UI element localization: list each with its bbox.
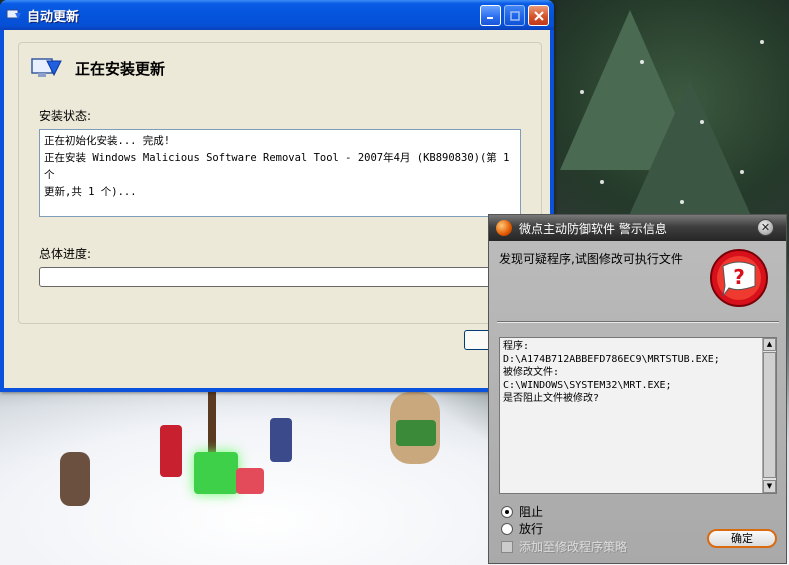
install-status-label: 安装状态: [39,109,92,123]
block-radio[interactable] [501,505,513,518]
svg-text:?: ? [733,265,745,289]
minimize-button[interactable] [480,5,501,26]
popup-title-bar[interactable]: 微点主动防御软件 警示信息 ✕ [489,215,786,241]
close-icon [533,10,544,21]
snowflake [760,40,764,44]
popup-divider [497,321,779,323]
allow-radio[interactable] [501,522,513,535]
antivirus-logo-icon [496,220,512,236]
wallpaper-character-scarf [396,420,436,446]
page-title: 正在安装更新 [75,59,166,78]
minimize-icon [487,17,493,19]
question-warning-icon: ? [710,249,768,307]
snowflake [580,90,584,94]
window-title-bar[interactable]: 自动更新 [0,0,554,30]
windows-update-icon [6,9,21,19]
scroll-thumb[interactable] [763,352,776,478]
popup-title: 微点主动防御软件 警示信息 [519,221,667,236]
popup-close-button[interactable]: ✕ [757,219,774,236]
snowflake [600,180,604,184]
option-block[interactable]: 阻止 [501,503,543,520]
wallpaper-tree-trunk [208,392,216,452]
overall-progress-label: 总体进度: [39,247,92,261]
wallpaper-gift [236,468,264,494]
close-button[interactable] [528,5,549,26]
option-add-rule: 添加至修改程序策略 [501,538,627,555]
allow-label: 放行 [519,522,544,536]
alert-details-box[interactable]: 程序: D:\A174B712ABBEFD786EC9\MRTSTUB.EXE;… [499,337,777,494]
security-alert-popup: 微点主动防御软件 警示信息 ✕ 发现可疑程序,试图修改可执行文件 ? 程序: D… [488,214,787,564]
install-status-log[interactable]: 正在初始化安装... 完成! 正在安装 Windows Malicious So… [39,129,521,217]
add-rule-checkbox [501,540,513,553]
heading-row: 正在安装更新 [29,51,165,85]
wallpaper-stocking [270,418,292,462]
alert-details-text: 程序: D:\A174B712ABBEFD786EC9\MRTSTUB.EXE;… [503,341,720,404]
wallpaper-dog [60,452,90,506]
snowflake [680,200,684,204]
details-scrollbar[interactable]: ▲ ▼ [762,338,776,493]
add-rule-label: 添加至修改程序策略 [519,540,628,554]
scroll-down-button[interactable]: ▼ [763,480,776,493]
window-title: 自动更新 [27,9,80,25]
automatic-updates-window: 自动更新 正在安装更新 安装状态: 正在初始化安装... 完成! 正在安装 Wi… [0,0,554,392]
close-icon: ✕ [760,221,771,234]
overall-progress-bar [39,267,523,287]
snowflake [740,170,744,174]
option-allow[interactable]: 放行 [501,520,543,537]
block-label: 阻止 [519,505,544,519]
update-panel: 正在安装更新 安装状态: 正在初始化安装... 完成! 正在安装 Windows… [18,42,542,324]
snowflake [700,120,704,124]
snowflake [640,60,644,64]
maximize-icon [509,10,520,21]
update-install-icon [31,58,62,77]
alert-message: 发现可疑程序,试图修改可执行文件 [499,252,683,266]
ok-button[interactable]: 确定 [707,529,777,548]
wallpaper-gift [194,452,238,494]
scroll-up-button[interactable]: ▲ [763,338,776,351]
maximize-button[interactable] [504,5,525,26]
wallpaper-stocking [160,425,182,477]
window-client-area: 正在安装更新 安装状态: 正在初始化安装... 完成! 正在安装 Windows… [4,30,550,388]
